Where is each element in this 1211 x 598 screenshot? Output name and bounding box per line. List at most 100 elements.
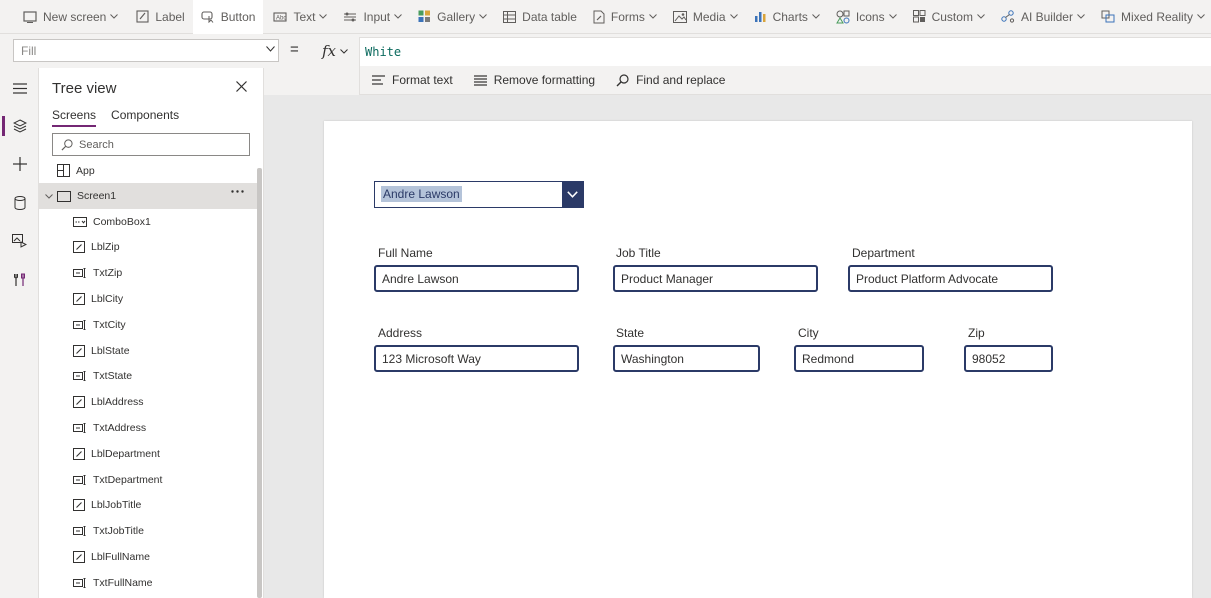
data-nav-button[interactable] [0, 184, 39, 222]
chevron-down-icon [649, 14, 657, 19]
hamburger-menu-button[interactable] [0, 69, 39, 107]
tree-node-label: LblDepartment [91, 447, 160, 460]
tree-node-txtfullname[interactable]: TxtFullName [39, 570, 257, 595]
tree-node-label: TxtZip [93, 267, 123, 280]
forms-button[interactable]: Forms [585, 0, 665, 34]
tab-components[interactable]: Components [111, 108, 179, 127]
remove-formatting-icon [473, 74, 487, 86]
remove-formatting-button[interactable]: Remove formatting [473, 73, 595, 87]
chevron-down-icon [394, 14, 403, 19]
ai-builder-button[interactable]: AI Builder [993, 0, 1093, 34]
format-toolbar: Format text Remove formatting Find and r… [359, 66, 1211, 95]
tree-node-label: TxtState [93, 370, 133, 383]
mixed-reality-button[interactable]: Mixed Reality [1093, 0, 1211, 34]
input-button[interactable]: Input [335, 0, 410, 34]
ai-builder-icon [1001, 10, 1015, 23]
tree-node-lblstate[interactable]: LblState [39, 338, 257, 363]
state-input[interactable] [613, 345, 760, 372]
chevron-down-icon [479, 14, 488, 19]
tree-view-nav-button[interactable] [0, 107, 39, 145]
chevron-down-icon [729, 14, 738, 19]
search-icon [616, 73, 629, 86]
table-icon [503, 10, 517, 23]
text-icon: Abc [273, 11, 287, 22]
format-text-button[interactable]: Format text [372, 73, 453, 87]
formula-bar: Fill = fx White [0, 34, 1211, 66]
tree-view-panel: Tree view Screens Components App Screen1… [39, 68, 264, 598]
tree-node-label: LblJobTitle [91, 499, 142, 512]
close-tree-view-button[interactable] [236, 81, 247, 92]
tree-node-lblcity[interactable]: LblCity [39, 286, 257, 311]
gallery-label: Gallery [437, 9, 476, 24]
full-name-input[interactable] [374, 265, 579, 292]
advanced-tools-nav-button[interactable] [0, 261, 39, 299]
address-input[interactable] [374, 345, 579, 372]
mixed-reality-icon [1101, 10, 1115, 23]
button-button[interactable]: Button [192, 0, 264, 34]
chevron-down-icon [977, 14, 985, 19]
charts-button[interactable]: Charts [746, 0, 828, 34]
tools-icon [13, 273, 25, 286]
media-nav-button[interactable] [0, 222, 39, 260]
tree-node-lbldepartment[interactable]: LblDepartment [39, 441, 257, 466]
tree-node-label: LblFullName [91, 550, 150, 563]
tree-node-lbladdress[interactable]: LblAddress [39, 390, 257, 415]
chevron-down-icon [110, 14, 119, 19]
employee-combobox[interactable]: Andre Lawson [374, 181, 584, 208]
tree-node-lblfullname[interactable]: LblFullName [39, 544, 257, 569]
label-icon [73, 344, 85, 357]
department-input[interactable] [848, 265, 1053, 292]
app-screen[interactable]: Andre Lawson Full Name Job Title Departm… [324, 121, 1192, 598]
design-canvas: Andre Lawson Full Name Job Title Departm… [264, 95, 1211, 598]
tree-node-txtaddress[interactable]: TxtAddress [39, 415, 257, 440]
new-screen-button[interactable]: New screen [15, 0, 126, 34]
city-input[interactable] [794, 345, 924, 372]
custom-label: Custom [931, 9, 973, 24]
job-title-input[interactable] [613, 265, 818, 292]
job-title-label: Job Title [616, 246, 661, 260]
zip-input[interactable] [964, 345, 1053, 372]
media-icon [672, 10, 687, 23]
text-input-icon [73, 526, 86, 537]
find-replace-label: Find and replace [636, 73, 726, 87]
tree-search-box [52, 133, 250, 156]
tree-node-txtstate[interactable]: TxtState [39, 364, 257, 389]
custom-button[interactable]: Custom [905, 0, 993, 34]
search-icon [61, 138, 73, 151]
tree-node-label: TxtCity [93, 318, 126, 331]
city-label: City [798, 326, 819, 340]
tree-node-label: TxtJobTitle [93, 525, 144, 538]
combobox-expand-button[interactable] [562, 182, 583, 207]
tree-search-input[interactable] [79, 138, 239, 151]
icons-button[interactable]: Icons [828, 0, 905, 34]
tree-node-app[interactable]: App [39, 158, 257, 183]
find-replace-button[interactable]: Find and replace [616, 73, 725, 87]
chevron-down-icon [340, 48, 348, 54]
media-button[interactable]: Media [665, 0, 746, 34]
tab-screens[interactable]: Screens [52, 108, 97, 127]
tree-node-txtcity[interactable]: TxtCity [39, 312, 257, 337]
tree-node-combobox1[interactable]: ComboBox1 [39, 209, 257, 234]
forms-label: Forms [610, 9, 645, 24]
label-button[interactable]: Label [128, 0, 192, 34]
tree-node-lblzip[interactable]: LblZip [39, 235, 257, 260]
data-table-button[interactable]: Data table [495, 0, 585, 34]
tree-tabs: Screens Components [52, 108, 194, 127]
tree-node-txtdepartment[interactable]: TxtDepartment [39, 467, 257, 492]
insert-nav-button[interactable] [0, 145, 39, 183]
text-button[interactable]: Abc Text [265, 0, 335, 34]
tree-node-screen1[interactable]: Screen1 [39, 183, 257, 209]
gallery-icon [418, 10, 431, 22]
tree-node-txtzip[interactable]: TxtZip [39, 261, 257, 286]
gallery-button[interactable]: Gallery [410, 0, 495, 34]
formula-input[interactable]: White [359, 37, 1211, 66]
more-options-icon[interactable] [231, 190, 244, 193]
tree-node-txtjobtitle[interactable]: TxtJobTitle [39, 519, 257, 544]
tree-scrollbar[interactable] [257, 168, 262, 598]
tree-node-lbljobtitle[interactable]: LblJobTitle [39, 493, 257, 518]
tree-node-label: Screen1 [77, 190, 117, 202]
zip-label: Zip [968, 326, 985, 340]
chevron-down-icon [888, 14, 897, 19]
property-dropdown[interactable]: Fill [13, 39, 279, 62]
fx-button[interactable]: fx [312, 38, 358, 64]
